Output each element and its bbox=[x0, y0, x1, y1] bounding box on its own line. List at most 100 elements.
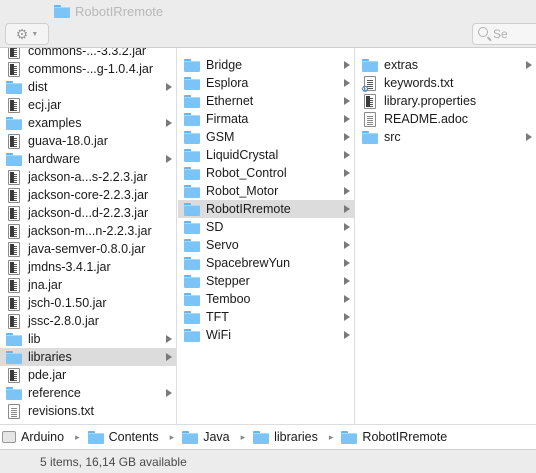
file-row[interactable]: jsch-0.1.50.jar bbox=[0, 294, 176, 312]
folder-row[interactable]: WiFi bbox=[178, 326, 354, 344]
row-label: SpacebrewYun bbox=[206, 256, 291, 270]
search-input[interactable]: Se bbox=[472, 23, 536, 45]
row-label: TFT bbox=[206, 310, 229, 324]
row-label: Stepper bbox=[206, 274, 250, 288]
folder-icon bbox=[341, 430, 358, 444]
file-row[interactable]: jmdns-3.4.1.jar bbox=[0, 258, 176, 276]
file-row[interactable]: revisions.txt bbox=[0, 402, 176, 420]
chevron-right-icon: ▸ bbox=[240, 431, 246, 442]
folder-row[interactable]: dist bbox=[0, 78, 176, 96]
chevron-right-icon: ▸ bbox=[75, 431, 80, 442]
file-row[interactable]: jackson-core-2.2.3.jar bbox=[0, 186, 176, 204]
folder-row[interactable]: extras bbox=[356, 56, 536, 74]
row-label: library.properties bbox=[384, 94, 477, 108]
folder-row[interactable]: RobotIRremote bbox=[178, 200, 354, 218]
file-row[interactable]: jackson-m...n-2.2.3.jar bbox=[0, 222, 176, 240]
breadcrumb-item[interactable]: Arduino ▸ bbox=[2, 430, 88, 444]
file-row[interactable]: jackson-a...s-2.2.3.jar bbox=[0, 168, 176, 186]
breadcrumb-label: RobotIRremote bbox=[362, 430, 448, 444]
file-row[interactable]: keywords.txt bbox=[356, 74, 536, 94]
chevron-right-icon bbox=[166, 389, 172, 397]
row-label: jsch-0.1.50.jar bbox=[28, 296, 107, 310]
folder-row[interactable]: GSM bbox=[178, 128, 354, 146]
folder-row[interactable]: examples bbox=[0, 114, 176, 132]
folder-row[interactable]: Ethernet bbox=[178, 92, 354, 110]
folder-row[interactable]: TFT bbox=[178, 308, 354, 326]
chevron-right-icon bbox=[344, 187, 350, 195]
column-libraries[interactable]: Bridge Esplora Ethernet Firmata GSM LiquidCry… bbox=[178, 48, 355, 424]
chevron-right-icon bbox=[166, 83, 172, 91]
file-row[interactable]: commons-...-3.3.2.jar bbox=[0, 48, 176, 60]
row-label: jackson-a...s-2.2.3.jar bbox=[28, 170, 148, 184]
chevron-right-icon bbox=[344, 277, 350, 285]
file-row[interactable]: commons-...g-1.0.4.jar bbox=[0, 60, 176, 78]
folder-icon bbox=[87, 430, 104, 444]
row-label: hardware bbox=[28, 152, 81, 166]
breadcrumb-label: Contents bbox=[108, 430, 159, 444]
folder-row[interactable]: Stepper bbox=[178, 272, 354, 290]
chevron-right-icon bbox=[166, 155, 172, 163]
file-row[interactable]: ecj.jar bbox=[0, 96, 176, 114]
folder-row[interactable]: Esplora bbox=[178, 74, 354, 92]
file-row[interactable]: library.properties bbox=[356, 92, 536, 110]
chevron-right-icon bbox=[166, 335, 172, 343]
breadcrumb-item[interactable]: Contents ▸ bbox=[87, 430, 183, 444]
row-label: jna.jar bbox=[28, 278, 63, 292]
breadcrumb-item[interactable]: libraries ▸ bbox=[253, 430, 341, 444]
folder-row[interactable]: Firmata bbox=[178, 110, 354, 128]
row-label: Bridge bbox=[206, 58, 243, 72]
chevron-right-icon bbox=[166, 119, 172, 127]
file-row[interactable]: jackson-d...d-2.2.3.jar bbox=[0, 204, 176, 222]
column-robotirremote[interactable]: extras keywords.txt library.properties READ… bbox=[356, 48, 536, 424]
row-label: LiquidCrystal bbox=[206, 148, 279, 162]
file-row[interactable]: jssc-2.8.0.jar bbox=[0, 312, 176, 330]
row-label: Servo bbox=[206, 238, 239, 252]
status-bar: 5 items, 16,14 GB available bbox=[0, 449, 536, 473]
folder-row[interactable]: lib bbox=[0, 330, 176, 348]
folder-icon bbox=[182, 430, 199, 444]
chevron-right-icon bbox=[344, 115, 350, 123]
column-arduino-java[interactable]: commons-...-3.3.2.jar commons-...g-1.0.4.… bbox=[0, 48, 177, 424]
row-label: Temboo bbox=[206, 292, 251, 306]
breadcrumb-item[interactable]: RobotIRremote bbox=[341, 430, 447, 444]
row-label: jackson-core-2.2.3.jar bbox=[28, 188, 149, 202]
row-label: RobotIRremote bbox=[206, 202, 291, 216]
folder-icon bbox=[6, 80, 22, 94]
breadcrumb-label: Arduino bbox=[21, 430, 65, 444]
file-row[interactable]: jna.jar bbox=[0, 276, 176, 294]
row-label: jmdns-3.4.1.jar bbox=[28, 260, 111, 274]
text-file-icon bbox=[364, 111, 376, 127]
folder-row[interactable]: Robot_Motor bbox=[178, 182, 354, 200]
file-row[interactable]: guava-18.0.jar bbox=[0, 132, 176, 150]
folder-row[interactable]: Servo bbox=[178, 236, 354, 254]
breadcrumb-item[interactable]: Java ▸ bbox=[182, 430, 253, 444]
folder-icon bbox=[184, 130, 200, 144]
folder-row[interactable]: libraries bbox=[0, 348, 176, 366]
row-label: WiFi bbox=[206, 328, 231, 342]
column-browser: commons-...-3.3.2.jar commons-...g-1.0.4.… bbox=[0, 48, 536, 424]
folder-icon bbox=[184, 94, 200, 108]
chevron-right-icon bbox=[344, 133, 350, 141]
document-icon bbox=[8, 223, 20, 239]
row-label: README.adoc bbox=[384, 112, 469, 126]
chevron-right-icon bbox=[344, 205, 350, 213]
folder-row[interactable]: hardware bbox=[0, 150, 176, 168]
file-row[interactable]: pde.jar bbox=[0, 366, 176, 384]
folder-row[interactable]: reference bbox=[0, 384, 176, 402]
folder-row[interactable]: SD bbox=[178, 218, 354, 236]
row-label: libraries bbox=[28, 350, 72, 364]
folder-row[interactable]: src bbox=[356, 128, 536, 146]
folder-row[interactable]: SpacebrewYun bbox=[178, 254, 354, 272]
folder-icon bbox=[6, 116, 22, 130]
folder-row[interactable]: Robot_Control bbox=[178, 164, 354, 182]
chevron-right-icon bbox=[344, 79, 350, 87]
file-row[interactable]: java-semver-0.8.0.jar bbox=[0, 240, 176, 258]
folder-row[interactable]: Temboo bbox=[178, 290, 354, 308]
chevron-right-icon bbox=[344, 259, 350, 267]
folder-row[interactable]: Bridge bbox=[178, 56, 354, 74]
folder-row[interactable]: LiquidCrystal bbox=[178, 146, 354, 164]
row-label: Firmata bbox=[206, 112, 249, 126]
breadcrumb-label: libraries bbox=[274, 430, 318, 444]
file-row[interactable]: README.adoc bbox=[356, 110, 536, 128]
action-button[interactable]: ⚙ ▼ bbox=[5, 23, 49, 45]
